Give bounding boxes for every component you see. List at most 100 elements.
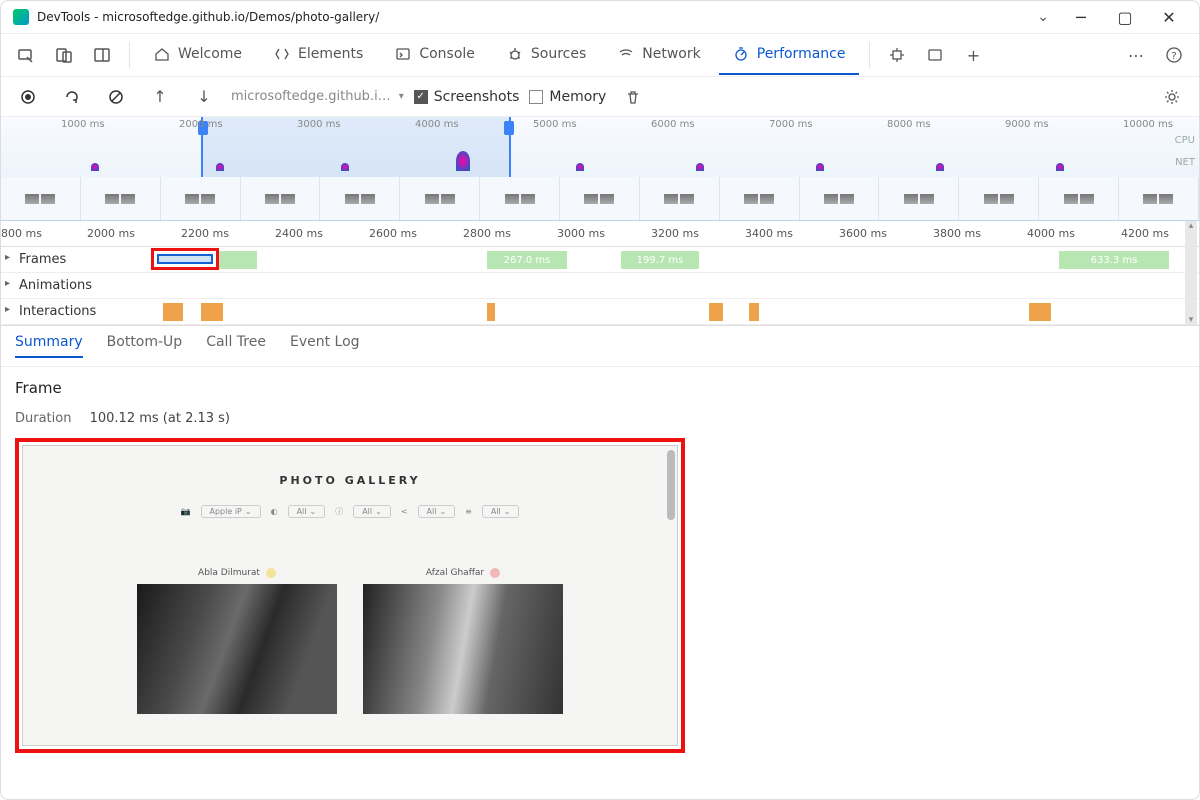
tab-performance[interactable]: Performance [719,35,860,75]
overview-tick: 1000 ms [61,119,105,130]
filmstrip-thumb[interactable] [241,177,321,220]
tab-network[interactable]: Network [604,35,714,75]
maximize-button[interactable]: ▢ [1107,3,1143,31]
overview-tick: 3000 ms [297,119,341,130]
more-icon[interactable]: ⋯ [1119,38,1153,72]
ruler-tick: 2800 ms [463,227,511,240]
settings-icon[interactable] [1155,80,1189,114]
tab-bottom-up[interactable]: Bottom-Up [107,334,183,358]
filmstrip-thumb[interactable] [879,177,959,220]
screenshot-filmstrip[interactable]: document.write(Array(15).fill('<div clas… [1,177,1199,221]
performance-toolbar: ↑ ↓ microsoftedge.github.i… ▾ ✓Screensho… [1,77,1199,117]
window-titlebar: DevTools - microsoftedge.github.io/Demos… [1,1,1199,33]
filmstrip-thumb[interactable] [800,177,880,220]
ruler-tick: 3800 ms [933,227,981,240]
row-animations[interactable]: Animations [1,273,1199,299]
tab-label: Performance [757,46,846,62]
memory-checkbox[interactable]: Memory [529,89,606,105]
ruler-tick: 3200 ms [651,227,699,240]
preview-page-title: PHOTO GALLERY [23,446,677,487]
tab-sources[interactable]: Sources [493,35,600,75]
filmstrip-thumb[interactable] [1119,177,1199,220]
selected-frame-highlight [151,248,219,270]
filmstrip-thumb[interactable] [480,177,560,220]
record-button[interactable] [11,80,45,114]
help-icon[interactable]: ? [1157,38,1191,72]
tab-label: Network [642,46,700,62]
tab-event-log[interactable]: Event Log [290,334,360,358]
ruler-tick: 800 ms [1,227,42,240]
tab-label: Sources [531,46,586,62]
ruler-tick: 4200 ms [1121,227,1169,240]
overview-timeline[interactable]: CPU NET 1000 ms2000 ms3000 ms4000 ms5000… [1,117,1199,177]
tab-label: Welcome [178,46,242,62]
panel-icon[interactable] [918,38,952,72]
preview-scrollbar [667,450,675,520]
screenshots-checkbox[interactable]: ✓Screenshots [414,89,520,105]
trash-icon[interactable] [616,80,650,114]
reload-record-button[interactable] [55,80,89,114]
row-interactions[interactable]: Interactions [1,299,1199,325]
filmstrip-thumb[interactable] [81,177,161,220]
inspect-element-icon[interactable] [9,38,43,72]
brackets-icon [274,46,290,62]
cpu-label: CPU [1175,135,1195,146]
flame-chart-area[interactable]: 800 ms2000 ms2200 ms2400 ms2600 ms2800 m… [1,221,1199,325]
filmstrip-thumb[interactable] [320,177,400,220]
preview-card-1: Abla Dilmurat [137,568,337,714]
tab-label: Console [419,46,475,62]
vertical-scrollbar[interactable]: ▴▾ [1185,221,1197,325]
window-title: DevTools - microsoftedge.github.io/Demos… [37,10,379,24]
bug-icon [507,46,523,62]
overview-tick: 8000 ms [887,119,931,130]
add-tab-icon[interactable]: + [956,38,990,72]
console-icon [395,46,411,62]
filmstrip-thumb[interactable] [1,177,81,220]
preview-filters: 📷Apple iP⌄ ◐All⌄ ⓘAll⌄ <All⌄ ≡All⌄ [23,505,677,518]
tab-summary[interactable]: Summary [15,334,83,358]
filmstrip-thumb[interactable] [640,177,720,220]
ruler-tick: 3000 ms [557,227,605,240]
wifi-icon [618,46,634,62]
upload-icon[interactable]: ↑ [143,80,177,114]
overview-tick: 5000 ms [533,119,577,130]
ruler-tick: 2600 ms [369,227,417,240]
ruler-tick: 3600 ms [839,227,887,240]
row-frames[interactable]: Frames 267.0 ms 199.7 ms 633.3 ms [1,247,1199,273]
filmstrip-thumb[interactable] [720,177,800,220]
details-tab-bar: Summary Bottom-Up Call Tree Event Log [1,325,1199,367]
ruler-tick: 4000 ms [1027,227,1075,240]
tab-welcome[interactable]: Welcome [140,35,256,75]
duration-label: Duration [15,411,71,426]
filmstrip-thumb[interactable] [560,177,640,220]
overview-tick: 9000 ms [1005,119,1049,130]
clear-button[interactable] [99,80,133,114]
tab-console[interactable]: Console [381,35,489,75]
tab-label: Elements [298,46,363,62]
close-button[interactable]: ✕ [1151,3,1187,31]
dock-side-icon[interactable] [85,38,119,72]
detail-heading: Frame [15,379,1185,397]
filmstrip-thumb[interactable] [400,177,480,220]
overview-tick: 2000 ms [179,119,223,130]
overview-tick: 10000 ms [1123,119,1173,130]
range-handle-right[interactable] [504,121,514,135]
frame-screenshot: PHOTO GALLERY 📷Apple iP⌄ ◐All⌄ ⓘAll⌄ <Al… [22,445,678,746]
filmstrip-thumb[interactable] [161,177,241,220]
panel-tab-bar: Welcome Elements Console Sources Network… [1,33,1199,77]
frame-screenshot-highlight: PHOTO GALLERY 📷Apple iP⌄ ◐All⌄ ⓘAll⌄ <Al… [15,438,685,753]
recording-selector[interactable]: microsoftedge.github.i… ▾ [231,89,404,104]
overview-tick: 7000 ms [769,119,813,130]
tab-call-tree[interactable]: Call Tree [206,334,266,358]
devtools-icon [13,9,29,25]
duration-value: 100.12 ms (at 2.13 s) [90,411,230,426]
device-toolbar-icon[interactable] [47,38,81,72]
chip-icon[interactable] [880,38,914,72]
filmstrip-thumb[interactable] [1039,177,1119,220]
download-icon[interactable]: ↓ [187,80,221,114]
filmstrip-thumb[interactable] [959,177,1039,220]
minimize-button[interactable]: ─ [1063,3,1099,31]
ruler-tick: 2400 ms [275,227,323,240]
chevron-down-icon[interactable]: ⌄ [1031,5,1055,29]
tab-elements[interactable]: Elements [260,35,377,75]
